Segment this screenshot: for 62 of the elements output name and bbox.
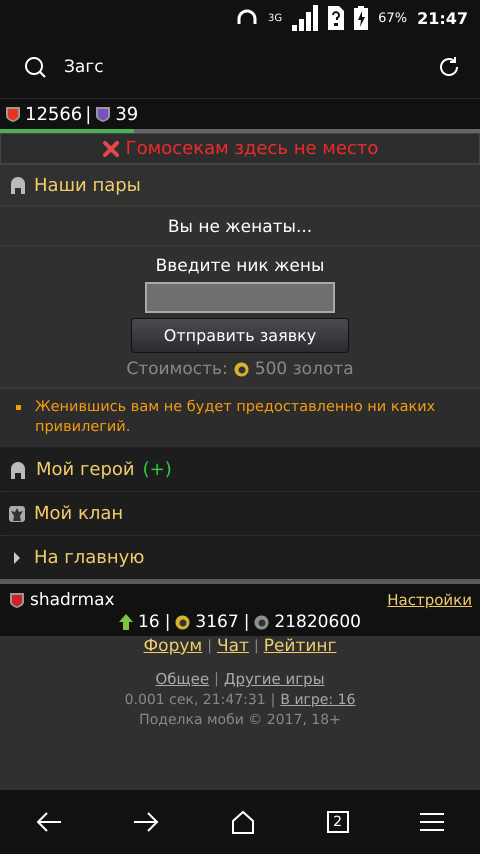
menu-item[interactable]: На главную — [0, 536, 480, 579]
error-message: Гомосекам здесь не место — [126, 138, 378, 159]
marriage-status: Вы не женаты... — [0, 207, 480, 246]
menu-label: Мой герой — [36, 459, 135, 480]
up-arrow-icon — [119, 614, 134, 630]
note-text: Женившись вам не будет предоставленно ни каких привилегий. — [35, 398, 436, 437]
home-button[interactable] — [230, 810, 255, 834]
separator: | — [254, 638, 259, 654]
search-button[interactable] — [24, 56, 46, 78]
battery-percent: 67% — [378, 10, 408, 26]
footer-link[interactable]: Другие игры — [224, 670, 325, 688]
menu-item[interactable]: Мой клан — [0, 492, 480, 536]
tabs-button[interactable]: 2 — [326, 811, 349, 833]
settings-link[interactable]: Настройки — [387, 591, 472, 609]
online-link[interactable]: В игре: 16 — [280, 692, 356, 708]
mana-shield-icon — [94, 105, 112, 123]
coin-icon — [175, 614, 190, 630]
forward-button[interactable] — [133, 811, 160, 833]
reload-button[interactable] — [438, 56, 460, 78]
nickname-field[interactable] — [145, 282, 335, 313]
separator: | — [164, 612, 170, 632]
menu-item[interactable]: Мой герой (+) — [0, 448, 480, 492]
back-button[interactable] — [36, 811, 62, 833]
separator: | — [270, 692, 276, 708]
mana-value: 39 — [115, 104, 138, 124]
bonus-label: (+) — [142, 459, 172, 480]
cost-value: 500 золота — [254, 359, 354, 379]
cross-icon — [102, 140, 120, 158]
field-label: Введите ник жены — [156, 256, 324, 276]
clock-time: 21:47 — [417, 8, 468, 28]
coin-icon — [234, 362, 249, 376]
separator: | — [207, 638, 212, 654]
footer-link[interactable]: Общее — [155, 670, 210, 688]
coins-amount: 3167 — [195, 612, 239, 632]
menu-label: На главную — [34, 547, 144, 568]
section-title: Наши пары — [34, 174, 141, 196]
heart-shield-icon — [4, 105, 22, 123]
footer-link[interactable]: Рейтинг — [264, 636, 336, 656]
bullet-icon — [16, 405, 21, 410]
avatar-shield-icon — [8, 591, 26, 609]
cost-label: Стоимость: — [126, 359, 228, 379]
battery-icon — [354, 6, 368, 30]
submit-button[interactable]: Отправить заявку — [131, 318, 349, 353]
level-value: 16 — [138, 612, 160, 632]
footer-link[interactable]: Чат — [216, 636, 249, 656]
separator: | — [85, 104, 92, 124]
menu-label: Мой клан — [34, 503, 124, 524]
network-type: 3G — [268, 12, 282, 24]
separator: | — [244, 612, 250, 632]
orb-icon — [254, 614, 270, 630]
footer-link[interactable]: Форум — [144, 636, 202, 656]
timing-text: 0.001 сек, 21:47:31 — [124, 692, 266, 708]
menu-button[interactable] — [420, 812, 444, 832]
separator: | — [214, 671, 219, 687]
orbs-amount: 21820600 — [274, 612, 361, 632]
sim-card-icon — [328, 6, 344, 30]
signal-icon — [292, 5, 318, 31]
page-title: Загс — [64, 57, 105, 77]
emblem-icon — [8, 504, 26, 522]
user-name: shadrmax — [30, 590, 116, 610]
health-value: 12566 — [25, 104, 82, 124]
copyright-text: Поделка моби © 2017, 18+ — [139, 712, 341, 728]
